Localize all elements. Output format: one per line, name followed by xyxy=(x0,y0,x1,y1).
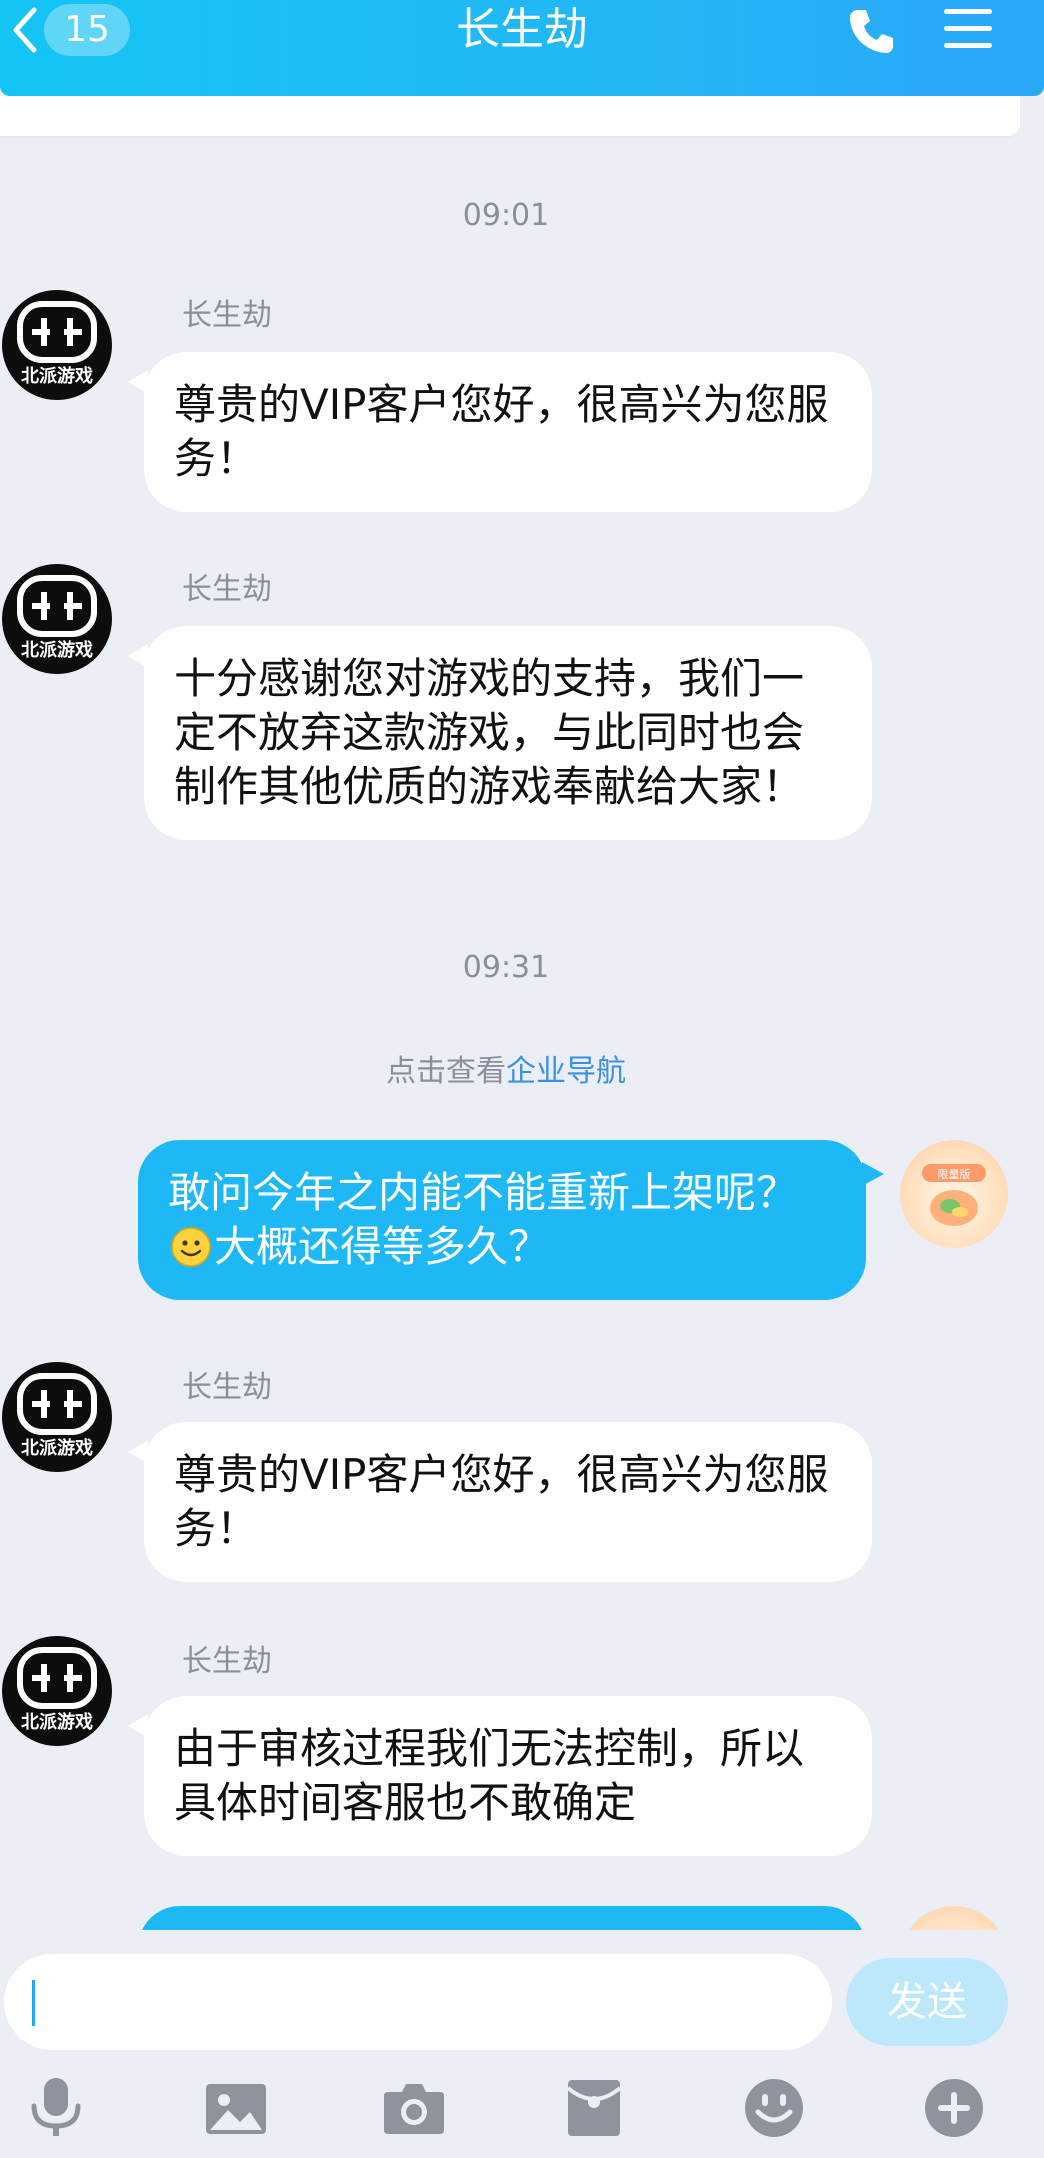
chat-screen: 15 长生劫 09:01 北派游戏 长生劫 尊贵的VIP客户您好，很高兴为您服务… xyxy=(0,0,1044,2158)
timestamp: 09:01 xyxy=(462,198,550,233)
brand-logo-icon: 北派游戏 xyxy=(17,1373,97,1459)
sender-name: 长生劫 xyxy=(182,1370,272,1405)
back-arrow-icon[interactable] xyxy=(8,4,40,56)
image-icon[interactable] xyxy=(204,2076,268,2140)
brand-name-text: 北派游戏 xyxy=(21,365,93,387)
incoming-message-bubble[interactable]: 十分感谢您对游戏的支持，我们一定不放弃这款游戏，与此同时也会制作其他优质的游戏奉… xyxy=(128,626,872,840)
system-notice-text: 点击查看 xyxy=(386,1054,506,1089)
brand-logo-icon: 北派游戏 xyxy=(17,1647,97,1733)
emoji-icon[interactable] xyxy=(742,2076,806,2140)
brand-name-text: 北派游戏 xyxy=(21,1711,93,1733)
avatar[interactable]: 北派游戏 xyxy=(2,290,112,400)
timestamp: 09:31 xyxy=(462,950,550,985)
incoming-message-bubble[interactable]: 尊贵的VIP客户您好，很高兴为您服务！ xyxy=(128,352,872,512)
avatar[interactable]: 北派游戏 xyxy=(2,1636,112,1746)
brand-logo-icon: 北派游戏 xyxy=(17,575,97,661)
input-bar: 发送 xyxy=(0,1930,1044,2158)
smile-emoji-icon xyxy=(171,1226,211,1267)
sender-name: 长生劫 xyxy=(182,298,272,333)
brand-name-text: 北派游戏 xyxy=(21,639,93,661)
message-text: 大概还得等多久？ xyxy=(214,1222,551,1271)
chat-header: 15 长生劫 xyxy=(0,0,1044,96)
avatar[interactable]: 北派游戏 xyxy=(2,564,112,674)
outgoing-message-bubble[interactable]: 敢问今年之内能不能重新上架呢？ 大概还得等多久？ xyxy=(138,1140,884,1300)
camera-icon[interactable] xyxy=(382,2076,446,2140)
user-avatar-image-icon: 限量版 xyxy=(922,1164,986,1226)
sender-name: 长生劫 xyxy=(182,1644,272,1679)
plus-icon[interactable] xyxy=(922,2076,986,2140)
incoming-message-bubble[interactable]: 由于审核过程我们无法控制，所以具体时间客服也不敢确定 xyxy=(128,1696,872,1856)
send-button[interactable]: 发送 xyxy=(846,1958,1008,2046)
brand-name-text: 北派游戏 xyxy=(21,1437,93,1459)
system-notice: 点击查看企业导航 xyxy=(0,1046,1012,1090)
avatar[interactable]: 北派游戏 xyxy=(2,1362,112,1472)
microphone-icon[interactable] xyxy=(24,2076,88,2140)
sender-name: 长生劫 xyxy=(182,572,272,607)
brand-logo-icon: 北派游戏 xyxy=(17,301,97,387)
unread-count-badge[interactable]: 15 xyxy=(44,4,130,56)
enterprise-navigation-link[interactable]: 企业导航 xyxy=(506,1054,626,1089)
phone-call-icon[interactable] xyxy=(846,6,896,56)
message-input[interactable] xyxy=(4,1954,832,2050)
pinned-card-edge xyxy=(0,96,1020,136)
menu-icon[interactable] xyxy=(942,6,994,52)
text-cursor xyxy=(32,1980,35,2026)
red-packet-icon[interactable] xyxy=(562,2076,626,2140)
message-text: 敢问今年之内能不能重新上架呢？ xyxy=(168,1168,799,1217)
user-avatar[interactable]: 限量版 xyxy=(900,1140,1008,1248)
avatar-badge-text: 限量版 xyxy=(938,1167,971,1181)
incoming-message-bubble[interactable]: 尊贵的VIP客户您好，很高兴为您服务！ xyxy=(128,1422,872,1582)
